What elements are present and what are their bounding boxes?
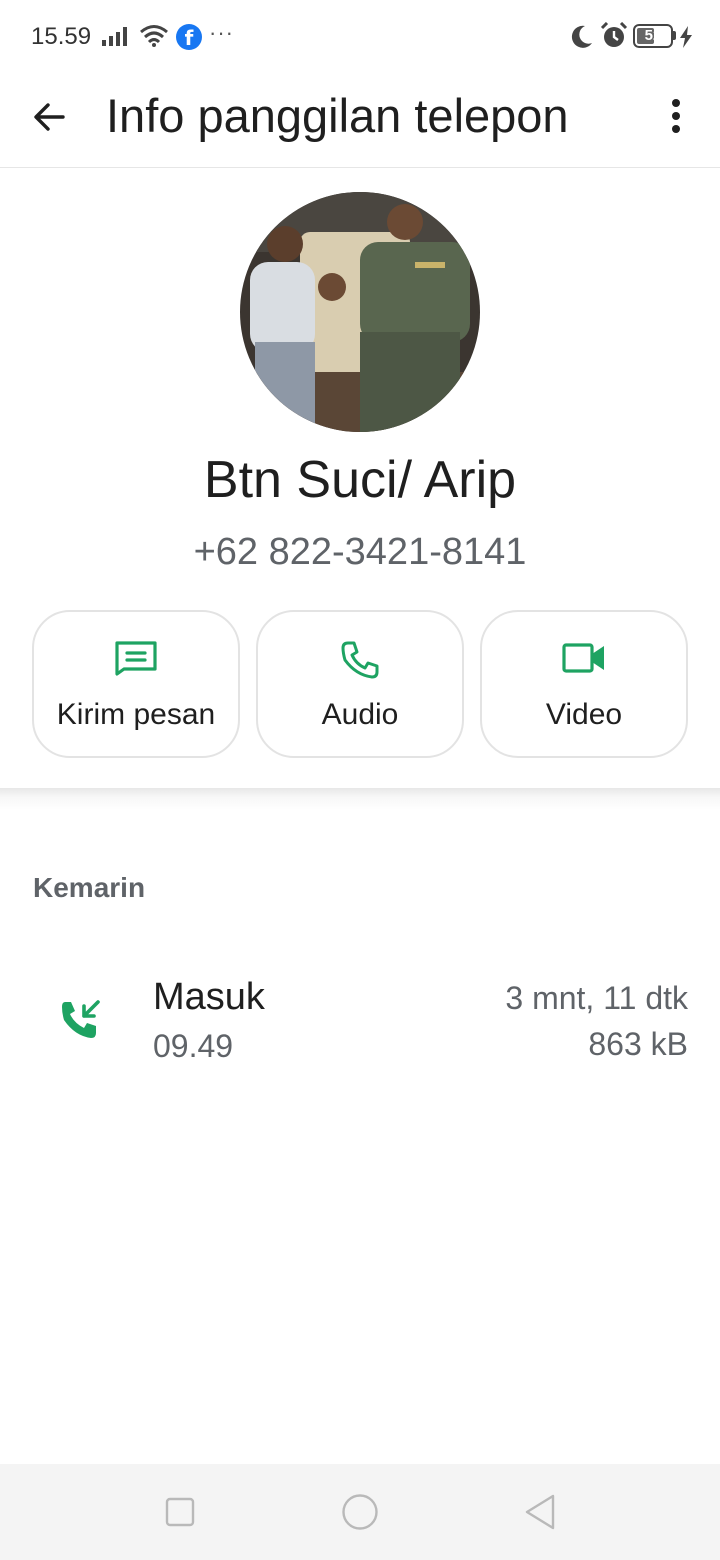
page-title: Info panggilan telepon	[106, 89, 569, 142]
charging-icon	[679, 26, 693, 53]
avatar-photo	[240, 192, 480, 432]
app-bar: Info panggilan telepon	[0, 72, 720, 168]
more-vert-icon	[672, 99, 680, 133]
videocam-icon	[562, 643, 604, 673]
home-button[interactable]	[336, 1488, 384, 1536]
system-back-button[interactable]	[516, 1488, 564, 1536]
moon-icon	[568, 24, 594, 55]
system-navigation-bar	[0, 1464, 720, 1560]
battery-cap	[673, 31, 676, 40]
audio-label: Audio	[321, 698, 399, 731]
phone-icon	[341, 641, 379, 679]
status-bar: 15.59 f ··· 52	[0, 0, 720, 72]
battery-icon: 52	[633, 24, 673, 48]
facebook-icon: f	[176, 24, 202, 50]
more-options-button[interactable]	[654, 90, 698, 142]
arrow-back-icon	[34, 103, 65, 131]
signal-icon	[102, 26, 132, 51]
call-duration: 3 mnt, 11 dtk	[505, 980, 688, 1016]
audio-call-button[interactable]: Audio	[256, 610, 464, 758]
video-call-button[interactable]: Video	[480, 610, 688, 758]
back-triangle-icon	[525, 1494, 555, 1530]
call-type: Masuk	[153, 976, 265, 1018]
home-icon	[342, 1494, 378, 1530]
contact-actions: Kirim pesan Audio Video	[32, 610, 688, 758]
send-message-label: Kirim pesan	[56, 698, 216, 731]
call-time: 09.49	[153, 1028, 234, 1064]
contact-avatar[interactable]	[240, 192, 480, 432]
alarm-icon	[600, 21, 628, 55]
call-history-row[interactable]: Masuk 09.49 3 mnt, 11 dtk 863 kB	[0, 960, 720, 1080]
section-divider	[0, 788, 720, 810]
recents-button[interactable]	[156, 1488, 204, 1536]
contact-phone: +62 822-3421-8141	[193, 531, 527, 573]
more-notifications-icon: ···	[209, 20, 234, 45]
status-time: 15.59	[31, 23, 92, 50]
call-data-size: 863 kB	[588, 1026, 688, 1062]
call-history-date-header: Kemarin	[33, 872, 146, 903]
message-icon	[115, 641, 157, 676]
send-message-button[interactable]: Kirim pesan	[32, 610, 240, 758]
incoming-call-icon	[58, 998, 102, 1047]
battery-percent: 52	[644, 27, 662, 44]
back-button[interactable]	[24, 92, 74, 142]
contact-name: Btn Suci/ Arip	[203, 451, 517, 509]
video-label: Video	[545, 698, 623, 731]
recents-icon	[165, 1497, 195, 1527]
wifi-icon	[139, 24, 169, 53]
